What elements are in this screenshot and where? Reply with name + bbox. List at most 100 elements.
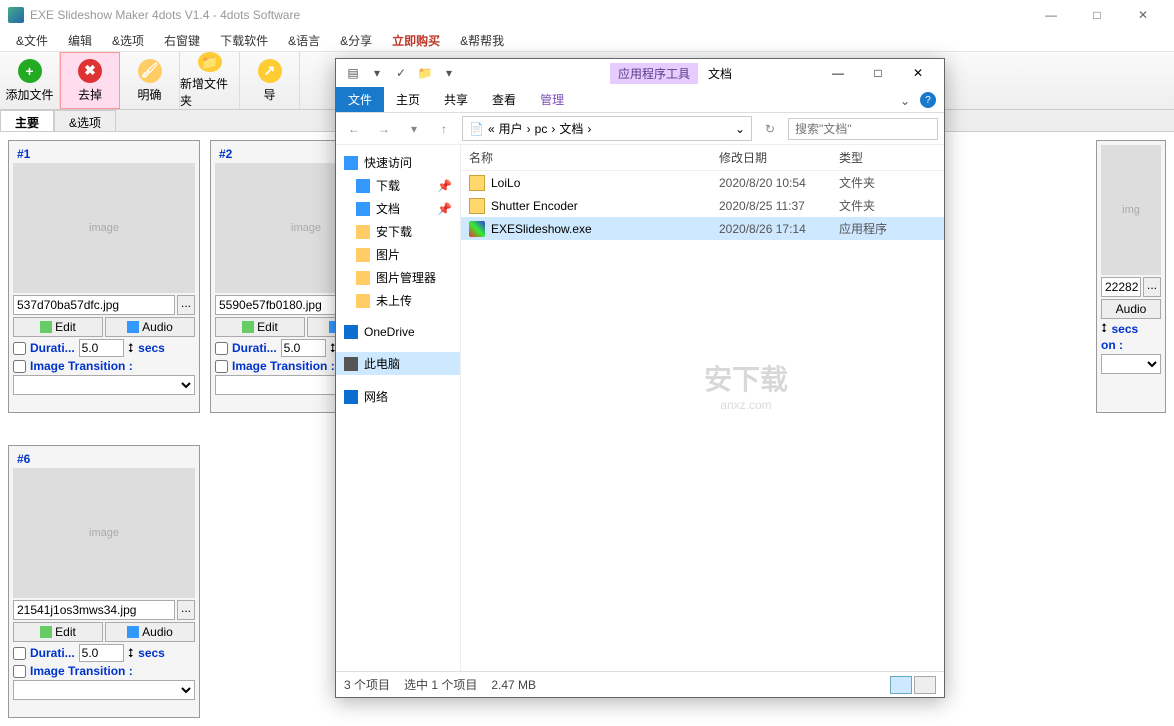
- transition-checkbox[interactable]: [215, 360, 228, 373]
- nav-pictures[interactable]: 图片: [336, 243, 460, 266]
- col-date[interactable]: 修改日期: [719, 149, 839, 166]
- search-input[interactable]: [788, 118, 938, 140]
- duration-checkbox[interactable]: [13, 647, 26, 660]
- folder-icon: [356, 225, 370, 239]
- maximize-button[interactable]: □: [1074, 0, 1120, 30]
- transition-checkbox[interactable]: [13, 665, 26, 678]
- menu-share[interactable]: &分享: [330, 30, 382, 51]
- transition-select[interactable]: [1101, 354, 1161, 374]
- cloud-icon: [344, 325, 358, 339]
- slide-thumbnail[interactable]: img: [1101, 145, 1161, 275]
- duration-spinner[interactable]: [281, 339, 326, 357]
- audio-button[interactable]: Audio: [1101, 299, 1161, 319]
- edit-button[interactable]: Edit: [13, 317, 103, 337]
- menu-file[interactable]: &文件: [6, 30, 58, 51]
- view-details-button[interactable]: [890, 676, 912, 694]
- download-icon: [356, 179, 370, 193]
- qat-dropdown[interactable]: ▾: [366, 62, 388, 84]
- nav-network[interactable]: 网络: [336, 385, 460, 408]
- duration-spinner[interactable]: [79, 339, 124, 357]
- folder-icon: 📄: [469, 122, 484, 136]
- col-type[interactable]: 类型: [839, 149, 936, 166]
- duration-spinner[interactable]: [79, 644, 124, 662]
- nav-up-button[interactable]: ↑: [432, 117, 456, 141]
- filename-field[interactable]: 537d70ba57dfc.jpg: [13, 295, 175, 315]
- nav-picmanager[interactable]: 图片管理器: [336, 266, 460, 289]
- menu-options[interactable]: &选项: [102, 30, 154, 51]
- transition-select[interactable]: [13, 375, 195, 395]
- edit-icon: [242, 321, 254, 333]
- minimize-button[interactable]: —: [1028, 0, 1074, 30]
- tab-options[interactable]: &选项: [54, 110, 116, 131]
- qat-properties-icon[interactable]: ▤: [342, 62, 364, 84]
- clear-button[interactable]: 🖌明确: [120, 52, 180, 109]
- duration-checkbox[interactable]: [13, 342, 26, 355]
- view-icons-button[interactable]: [914, 676, 936, 694]
- ribbon-tab-manage[interactable]: 管理: [528, 87, 576, 112]
- menu-edit[interactable]: 编辑: [58, 30, 102, 51]
- explorer-addressbar: ← → ▾ ↑ 📄 « 用户› pc› 文档› ⌄ ↻: [336, 113, 944, 145]
- audio-button[interactable]: Audio: [105, 622, 195, 642]
- explorer-close[interactable]: ✕: [898, 61, 938, 85]
- ribbon-expand-icon[interactable]: ⌄: [894, 90, 916, 112]
- ribbon-tab-home[interactable]: 主页: [384, 87, 432, 112]
- nav-anxiazai[interactable]: 安下载: [336, 220, 460, 243]
- duration-checkbox[interactable]: [215, 342, 228, 355]
- main-titlebar: EXE Slideshow Maker 4dots V1.4 - 4dots S…: [0, 0, 1174, 30]
- slide-card-1: #1 image 537d70ba57dfc.jpg... EditAudio …: [8, 140, 200, 413]
- export-button[interactable]: ↗导: [240, 52, 300, 109]
- browse-button[interactable]: ...: [1143, 277, 1161, 297]
- nav-downloads[interactable]: 下载📌: [336, 174, 460, 197]
- file-row-selected[interactable]: EXESlideshow.exe 2020/8/26 17:14 应用程序: [461, 217, 944, 240]
- ribbon-tab-share[interactable]: 共享: [432, 87, 480, 112]
- explorer-nav-pane: 快速访问 下载📌 文档📌 安下载 图片 图片管理器 未上传 OneDrive 此…: [336, 145, 461, 671]
- filename-field[interactable]: 22282: [1101, 277, 1141, 297]
- explorer-minimize[interactable]: —: [818, 61, 858, 85]
- export-icon: ↗: [258, 59, 282, 83]
- menu-download[interactable]: 下载软件: [210, 30, 278, 51]
- file-row[interactable]: LoiLo 2020/8/20 10:54 文件夹: [461, 171, 944, 194]
- qat-folder-icon[interactable]: 📁: [414, 62, 436, 84]
- filename-field[interactable]: 21541j1os3mws34.jpg: [13, 600, 175, 620]
- breadcrumb[interactable]: 📄 « 用户› pc› 文档› ⌄: [462, 116, 752, 141]
- qat-dropdown2[interactable]: ▾: [438, 62, 460, 84]
- transition-checkbox[interactable]: [13, 360, 26, 373]
- edit-button[interactable]: Edit: [13, 622, 103, 642]
- nav-back-button[interactable]: ←: [342, 117, 366, 141]
- nav-onedrive[interactable]: OneDrive: [336, 322, 460, 342]
- nav-forward-button[interactable]: →: [372, 117, 396, 141]
- nav-documents[interactable]: 文档📌: [336, 197, 460, 220]
- browse-button[interactable]: ...: [177, 295, 195, 315]
- refresh-button[interactable]: ↻: [758, 117, 782, 141]
- remove-button[interactable]: ✖去掉: [60, 52, 120, 109]
- close-button[interactable]: ✕: [1120, 0, 1166, 30]
- transition-select[interactable]: [13, 680, 195, 700]
- explorer-file-list: 名称 修改日期 类型 LoiLo 2020/8/20 10:54 文件夹 Shu…: [461, 145, 944, 671]
- nav-quick-access[interactable]: 快速访问: [336, 151, 460, 174]
- context-tab[interactable]: 应用程序工具: [610, 63, 698, 84]
- menu-language[interactable]: &语言: [278, 30, 330, 51]
- edit-button[interactable]: Edit: [215, 317, 305, 337]
- slide-thumbnail[interactable]: image: [13, 468, 195, 598]
- nav-thispc[interactable]: 此电脑: [336, 352, 460, 375]
- menu-buynow[interactable]: 立即购买: [382, 30, 450, 51]
- file-row[interactable]: Shutter Encoder 2020/8/25 11:37 文件夹: [461, 194, 944, 217]
- menu-help[interactable]: &帮帮我: [450, 30, 514, 51]
- ribbon-tab-file[interactable]: 文件: [336, 87, 384, 112]
- nav-history-dropdown[interactable]: ▾: [402, 117, 426, 141]
- new-folder-button[interactable]: 📁新增文件 夹: [180, 52, 240, 109]
- browse-button[interactable]: ...: [177, 600, 195, 620]
- ribbon-tab-view[interactable]: 查看: [480, 87, 528, 112]
- explorer-maximize[interactable]: □: [858, 61, 898, 85]
- tab-main[interactable]: 主要: [0, 110, 54, 131]
- qat-new-icon[interactable]: ✓: [390, 62, 412, 84]
- selection-size: 2.47 MB: [491, 678, 536, 692]
- menu-rightpane[interactable]: 右窗键: [154, 30, 210, 51]
- add-file-button[interactable]: +添加文件: [0, 52, 60, 109]
- nav-notuploaded[interactable]: 未上传: [336, 289, 460, 312]
- audio-button[interactable]: Audio: [105, 317, 195, 337]
- slide-thumbnail[interactable]: image: [13, 163, 195, 293]
- col-name[interactable]: 名称: [469, 149, 719, 166]
- slide-card-5-partial: img 22282... Audio ⭥secs on :: [1096, 140, 1166, 413]
- help-icon[interactable]: ?: [920, 92, 936, 108]
